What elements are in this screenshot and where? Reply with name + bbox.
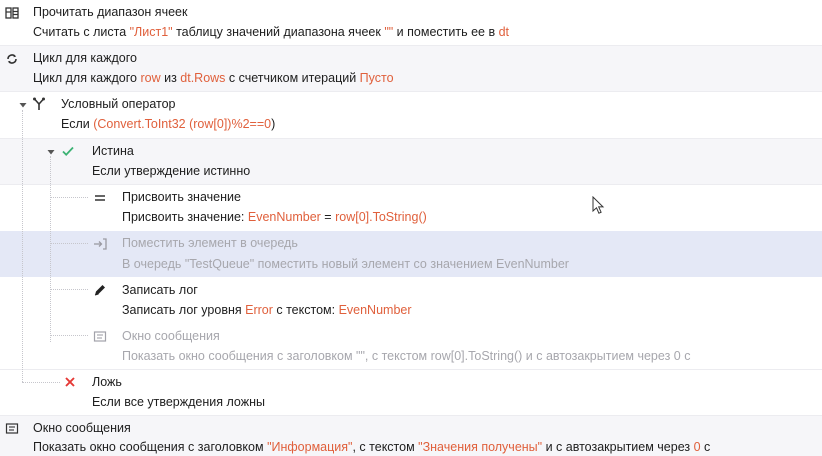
step-description: Показать окно сообщения с заголовком "Ин… (33, 440, 711, 454)
tree-connector (50, 197, 88, 198)
pencil-icon (92, 282, 108, 298)
step-title: Прочитать диапазон ячеек (33, 5, 188, 19)
step-description: Записать лог уровня Error с текстом: Eve… (122, 303, 412, 317)
step-title: Ложь (92, 375, 122, 389)
tree-connector (50, 289, 88, 290)
step-description: Показать окно сообщения с заголовком "",… (122, 349, 691, 363)
step-read-range[interactable]: Прочитать диапазон ячеек Считать с листа… (0, 0, 822, 45)
step-description: Считать с листа "Лист1" таблицу значений… (33, 25, 509, 39)
step-description: Если утверждение истинно (92, 164, 251, 178)
tree-connector (50, 156, 51, 342)
collapse-caret-icon[interactable] (18, 99, 28, 109)
cross-icon (62, 374, 78, 390)
check-icon (60, 143, 76, 159)
step-true-branch[interactable]: Истина Если утверждение истинно (0, 139, 822, 184)
mouse-pointer-icon (592, 195, 606, 216)
tree-connector (22, 382, 60, 383)
branch-icon (31, 96, 47, 112)
step-title: Окно сообщения (122, 329, 220, 343)
step-title: Цикл для каждого (33, 51, 137, 65)
step-description: Присвоить значение: EvenNumber = row[0].… (122, 210, 427, 224)
step-description: Если все утверждения ложны (92, 395, 265, 409)
equals-icon (92, 190, 108, 206)
step-title: Записать лог (122, 283, 198, 297)
step-if[interactable]: Условный оператор Если (Convert.ToInt32 … (0, 92, 822, 138)
step-title: Присвоить значение (122, 190, 241, 204)
tree-connector (50, 243, 88, 244)
step-title: Окно сообщения (33, 421, 131, 435)
collapse-caret-icon[interactable] (46, 146, 56, 156)
step-msgbox-outer[interactable]: Окно сообщения Показать окно сообщения с… (0, 416, 822, 456)
step-title: Условный оператор (61, 97, 176, 111)
step-description: В очередь "TestQueue" поместить новый эл… (122, 257, 569, 271)
loop-icon (4, 51, 20, 67)
message-icon (92, 329, 108, 345)
step-foreach[interactable]: Цикл для каждого Цикл для каждого row из… (0, 46, 822, 91)
step-log[interactable]: Записать лог Записать лог уровня Error с… (0, 277, 822, 323)
enqueue-icon (92, 236, 108, 252)
step-msgbox-inner[interactable]: Окно сообщения Показать окно сообщения с… (0, 323, 822, 369)
tree-connector (22, 110, 23, 382)
tree-connector (50, 335, 88, 336)
step-false-branch[interactable]: Ложь Если все утверждения ложны (0, 370, 822, 415)
step-description: Цикл для каждого row из dt.Rows с счетчи… (33, 71, 394, 85)
step-description: Если (Convert.ToInt32 (row[0])%2==0) (61, 117, 276, 131)
table-read-icon (4, 5, 20, 21)
message-icon (4, 421, 20, 437)
step-title: Истина (92, 144, 134, 158)
step-title: Поместить элемент в очередь (122, 236, 298, 250)
step-assign[interactable]: Присвоить значение Присвоить значение: E… (0, 185, 822, 230)
workflow-editor: Прочитать диапазон ячеек Считать с листа… (0, 0, 822, 456)
step-enqueue[interactable]: Поместить элемент в очередь В очередь "T… (0, 231, 822, 277)
